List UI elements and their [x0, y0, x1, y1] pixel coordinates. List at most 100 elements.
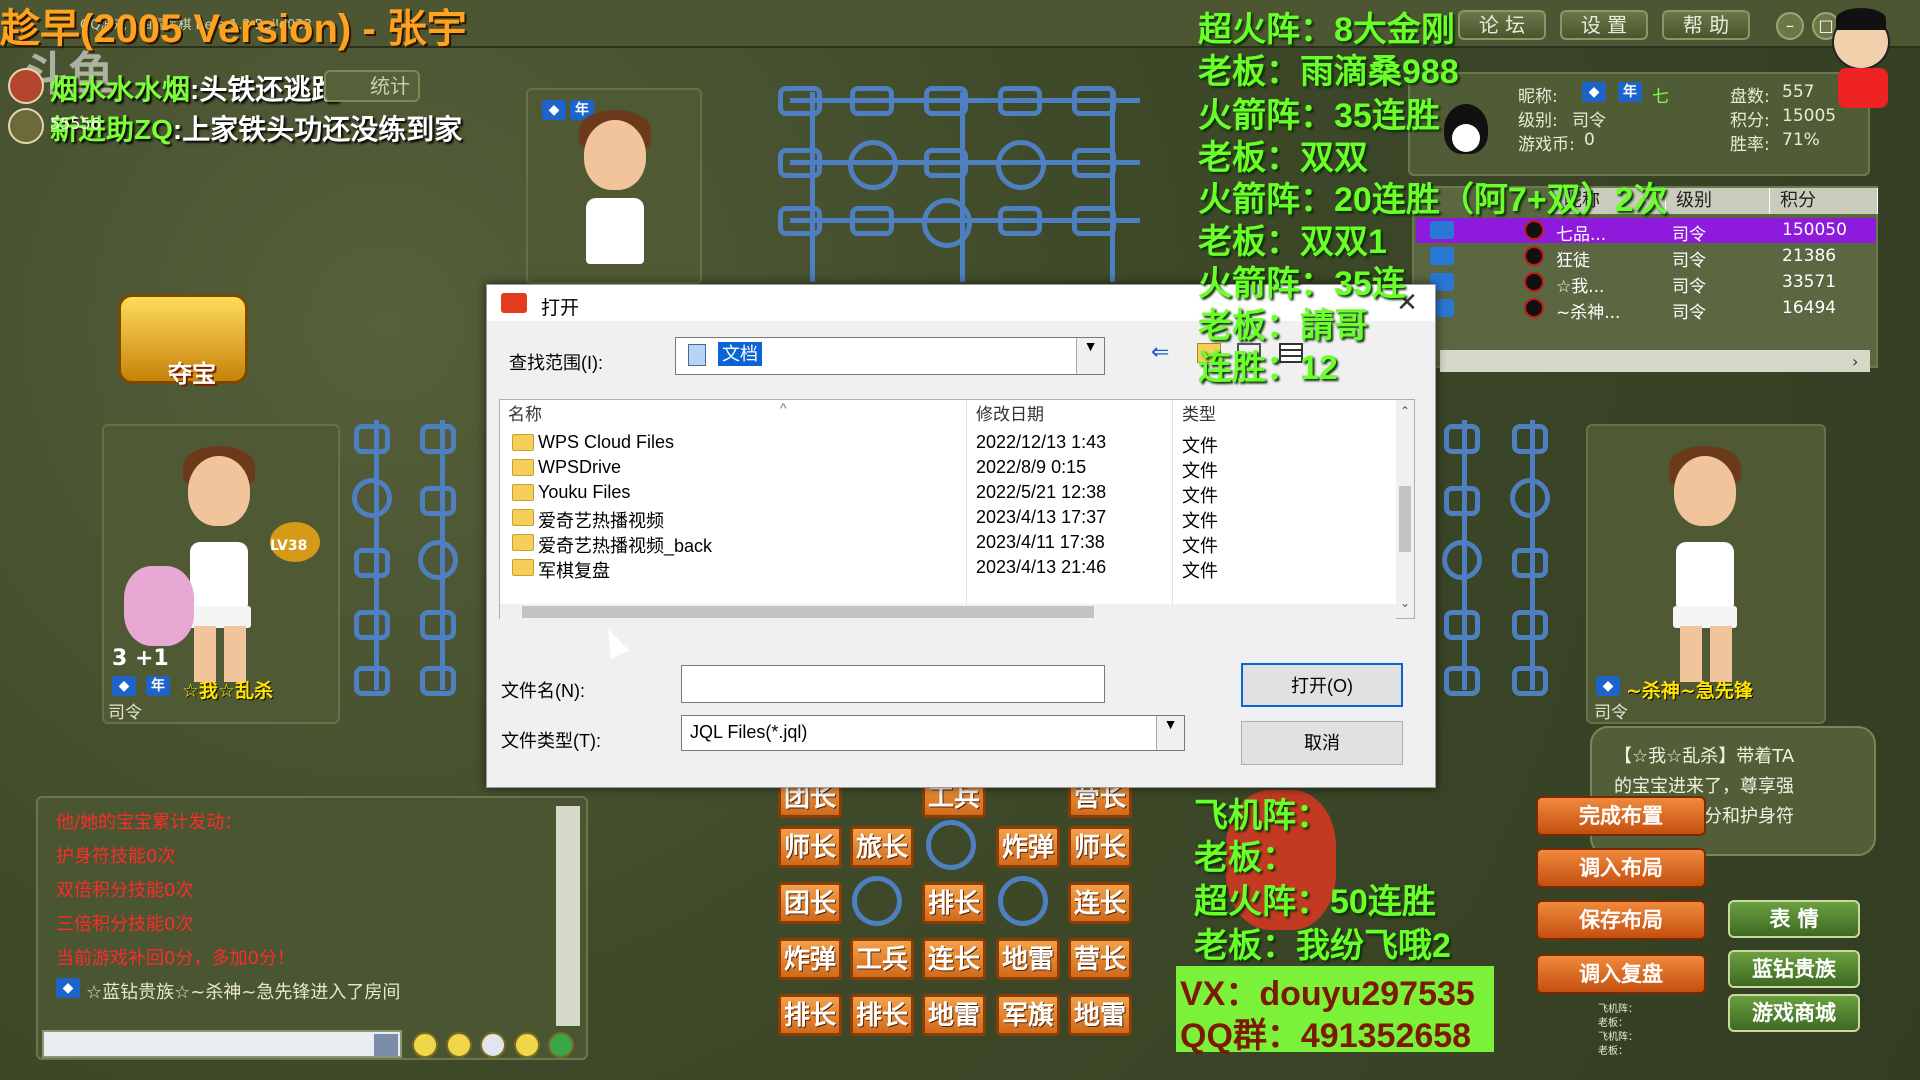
- chat-input[interactable]: [42, 1030, 402, 1058]
- chevron-right-icon[interactable]: ›: [1852, 352, 1858, 371]
- file-row[interactable]: Youku Files 2022/5/21 12:38 文件: [500, 480, 1380, 506]
- player-list-row[interactable]: ☆我... 司令 33571: [1416, 270, 1876, 297]
- row-score: 21386: [1782, 246, 1837, 266]
- hscroll-thumb[interactable]: [522, 606, 1094, 618]
- lookin-combo[interactable]: 文档 ▼: [675, 337, 1105, 375]
- file-row[interactable]: WPSDrive 2022/8/9 0:15 文件: [500, 455, 1380, 481]
- filetype-combo[interactable]: JQL Files(*.jql) ▼: [681, 715, 1185, 751]
- file-list-hscroll[interactable]: [500, 604, 1396, 620]
- row-rank: 司令: [1672, 225, 1706, 245]
- chess-piece[interactable]: 军旗: [996, 994, 1060, 1036]
- chevron-down-icon[interactable]: ▼: [1076, 338, 1104, 374]
- folder-icon: [512, 434, 534, 451]
- chess-piece[interactable]: 团长: [778, 882, 842, 924]
- chess-piece[interactable]: 炸弹: [778, 938, 842, 980]
- col-rank[interactable]: 级别: [1666, 188, 1770, 214]
- globe-icon[interactable]: [548, 1032, 574, 1058]
- file-date: 2023/4/11 17:38: [976, 532, 1105, 552]
- row-rank: 司令: [1672, 251, 1706, 271]
- penguin-icon: [1524, 220, 1544, 240]
- filetype-label: 文件类型(T):: [501, 731, 601, 751]
- camp-node[interactable]: [926, 820, 976, 870]
- forum-button[interactable]: 论 坛: [1458, 10, 1546, 40]
- tiny-label: 老板：: [1598, 1018, 1628, 1029]
- row-score: 16494: [1782, 298, 1837, 318]
- chevron-down-icon[interactable]: [374, 1034, 398, 1056]
- pet-message-panel: 【☆我☆乱杀】带着TA 的宝宝进来了，尊享强 大的多倍积分和护身符: [1590, 726, 1876, 856]
- save-layout-button[interactable]: 保存布局: [1536, 900, 1706, 940]
- emoji-button[interactable]: 表 情: [1728, 900, 1860, 938]
- rank-value: 司令: [1572, 111, 1606, 131]
- vscroll-thumb[interactable]: [1399, 486, 1411, 552]
- year-badge: 年: [1618, 82, 1642, 102]
- file-row[interactable]: WPS Cloud Files 2022/12/13 1:43 文件: [500, 430, 1380, 456]
- load-replay-button[interactable]: 调入复盘: [1536, 954, 1706, 994]
- col-date[interactable]: 修改日期: [976, 400, 1044, 430]
- chess-piece[interactable]: 炸弹: [996, 826, 1060, 868]
- file-row[interactable]: 爱奇艺热播视频 2023/4/13 17:37 文件: [500, 505, 1380, 531]
- chevron-up-icon[interactable]: ⌃: [1400, 404, 1410, 418]
- coins-label: 游戏币:: [1518, 135, 1575, 155]
- file-list-vscroll[interactable]: ⌃ ⌄: [1396, 400, 1414, 618]
- file-row[interactable]: 军棋复盘 2023/4/13 21:46 文件: [500, 555, 1380, 581]
- chess-piece[interactable]: 排长: [778, 994, 842, 1036]
- blue-diamond-button[interactable]: 蓝钻贵族: [1728, 950, 1860, 988]
- emoji-icon[interactable]: [446, 1032, 472, 1058]
- finish-setup-button[interactable]: 完成布置: [1536, 796, 1706, 836]
- chess-piece[interactable]: 排长: [922, 882, 986, 924]
- open-button[interactable]: 打开(O): [1241, 663, 1403, 707]
- col-type[interactable]: 类型: [1182, 400, 1216, 430]
- left-player-rank: 司令: [108, 703, 142, 723]
- col-name[interactable]: 名称: [508, 400, 542, 430]
- chess-piece[interactable]: 营长: [1068, 938, 1132, 980]
- cancel-button[interactable]: 取消: [1241, 721, 1403, 765]
- speaker-icon[interactable]: [480, 1032, 506, 1058]
- games-label: 盘数:: [1730, 87, 1770, 107]
- pet-baby-icon: [124, 566, 194, 646]
- player-list-row[interactable]: ~杀神... 司令 16494: [1416, 296, 1876, 323]
- help-button[interactable]: 帮 助: [1662, 10, 1750, 40]
- back-arrow-icon[interactable]: ⇐: [1151, 339, 1169, 365]
- diamond-badge-icon: ◆: [1596, 676, 1620, 696]
- chat-bubble-icon[interactable]: [412, 1032, 438, 1058]
- stats-button[interactable]: 统计: [324, 70, 420, 102]
- chevron-down-icon[interactable]: ⌄: [1400, 596, 1410, 610]
- folder-icon: [512, 534, 534, 551]
- sort-up-icon: ^: [780, 400, 787, 416]
- folder-icon: [512, 484, 534, 501]
- overlay-text-line: 老板：我纷飞哦2: [1194, 927, 1451, 965]
- camp-node[interactable]: [998, 876, 1048, 926]
- chevron-down-icon[interactable]: ▼: [1156, 716, 1184, 750]
- filename-input[interactable]: [681, 665, 1105, 703]
- chess-piece[interactable]: 连长: [922, 938, 986, 980]
- player-list-row[interactable]: 狂徒 司令 21386: [1416, 244, 1876, 271]
- camp-node[interactable]: [852, 876, 902, 926]
- file-row[interactable]: 爱奇艺热播视频_back 2023/4/11 17:38 文件: [500, 530, 1380, 556]
- chess-piece[interactable]: 地雷: [922, 994, 986, 1036]
- chess-piece[interactable]: 工兵: [850, 938, 914, 980]
- qq-penguin-belly: [1452, 124, 1480, 152]
- diamond-badge-icon: [1430, 221, 1454, 239]
- player-list-hscroll[interactable]: [1440, 350, 1870, 372]
- right-player-rank: 司令: [1594, 703, 1628, 723]
- right-player-name: ~杀神~急先锋: [1626, 680, 1753, 702]
- chess-piece[interactable]: 排长: [850, 994, 914, 1036]
- game-store-button[interactable]: 游戏商城: [1728, 994, 1860, 1032]
- settings-button[interactable]: 设 置: [1560, 10, 1648, 40]
- minimize-button[interactable]: –: [1776, 12, 1804, 40]
- tool-icon[interactable]: [514, 1032, 540, 1058]
- tiny-label: 飞机阵：: [1598, 1004, 1638, 1015]
- chat-panel: 他/她的宝宝累计发动： 护身符技能0次 双倍积分技能0次 三倍积分技能0次 当前…: [36, 796, 588, 1060]
- chess-piece[interactable]: 地雷: [996, 938, 1060, 980]
- chat-vscroll[interactable]: [556, 806, 580, 1026]
- chess-piece[interactable]: 师长: [778, 826, 842, 868]
- chess-piece[interactable]: 地雷: [1068, 994, 1132, 1036]
- player-list-row[interactable]: 七品... 司令 150050: [1416, 218, 1876, 245]
- chess-piece[interactable]: 师长: [1068, 826, 1132, 868]
- row-score: 150050: [1782, 220, 1847, 240]
- col-score[interactable]: 积分: [1770, 188, 1878, 214]
- load-layout-button[interactable]: 调入布局: [1536, 848, 1706, 888]
- penguin-icon: [1524, 298, 1544, 318]
- chess-piece[interactable]: 旅长: [850, 826, 914, 868]
- chess-piece[interactable]: 连长: [1068, 882, 1132, 924]
